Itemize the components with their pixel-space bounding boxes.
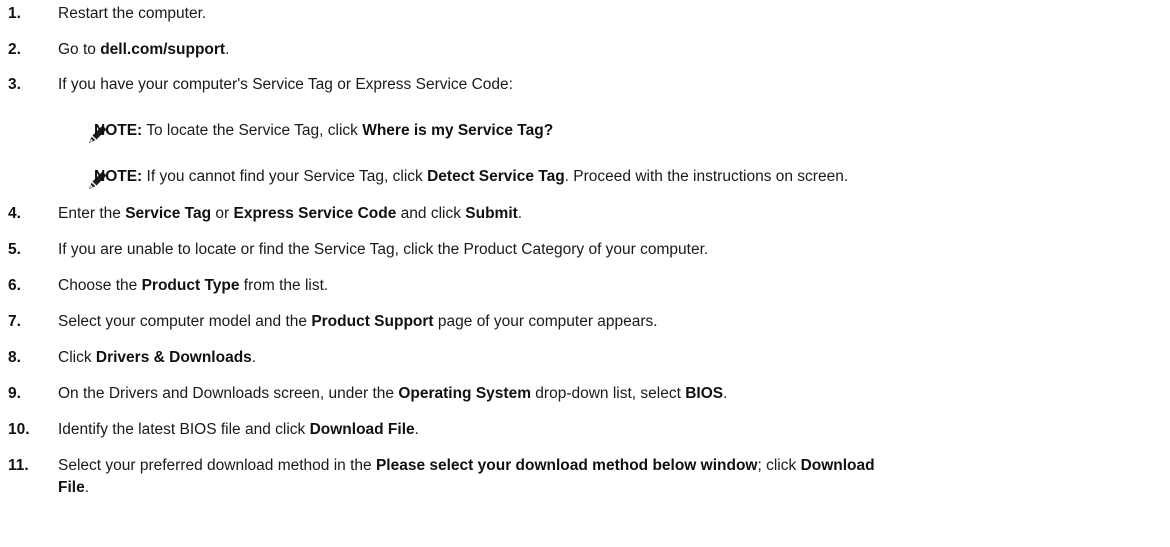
step-text: Restart the computer.	[58, 5, 207, 22]
bios-update-steps: 1. Restart the computer. 2. Go to dell.c…	[0, 0, 1170, 547]
step-number: 5.	[8, 241, 21, 258]
where-service-tag-link[interactable]: Where is my Service Tag?	[362, 122, 553, 139]
note-label: NOTE:	[94, 122, 143, 139]
step-text: If you have your computer's Service Tag …	[58, 76, 513, 93]
note-text: NOTE: To locate the Service Tag, click W…	[94, 122, 554, 139]
support-link[interactable]: dell.com/support	[100, 41, 225, 58]
step-number: 7.	[8, 313, 21, 330]
step-text: File.	[58, 479, 90, 496]
step-text: Click Drivers & Downloads.	[58, 349, 257, 366]
note-label: NOTE:	[94, 168, 143, 185]
step-number: 4.	[8, 205, 21, 222]
step-text: On the Drivers and Downloads screen, und…	[58, 385, 728, 402]
step-number: 1.	[8, 5, 21, 22]
step-text: Identify the latest BIOS file and click …	[58, 421, 419, 438]
step-text: Select your computer model and the Produ…	[58, 313, 658, 330]
note-text: NOTE: If you cannot find your Service Ta…	[94, 168, 849, 185]
step-number: 10.	[8, 421, 30, 438]
step-number: 3.	[8, 76, 21, 93]
detect-service-tag-link[interactable]: Detect Service Tag	[427, 168, 565, 185]
step-text: Go to dell.com/support.	[58, 41, 230, 58]
step-number: 6.	[8, 277, 21, 294]
step-text: Select your preferred download method in…	[58, 457, 875, 474]
step-number: 2.	[8, 41, 21, 58]
step-text: Choose the Product Type from the list.	[58, 277, 329, 294]
step-number: 9.	[8, 385, 21, 402]
step-text: Enter the Service Tag or Express Service…	[58, 205, 523, 222]
step-text: If you are unable to locate or find the …	[58, 241, 709, 258]
step-number: 11.	[8, 457, 29, 474]
step-number: 8.	[8, 349, 21, 366]
